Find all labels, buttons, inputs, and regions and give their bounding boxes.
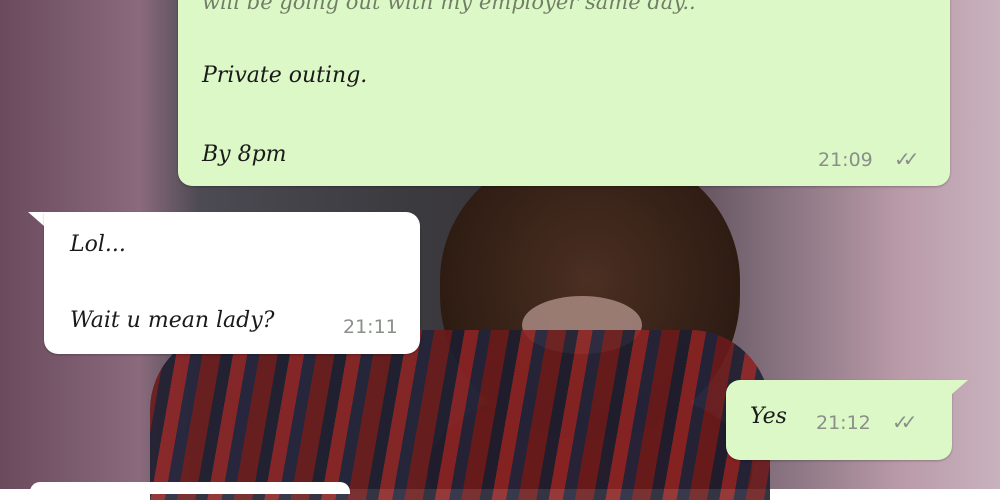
outgoing-message-bubble[interactable]: Yes 21:12 ✓✓ [726,380,952,460]
message-timestamp: 21:11 [343,316,398,338]
message-text-line: Lol... [70,232,126,257]
outgoing-bubble-tail [952,380,968,394]
message-text-line: will be going out with my employer same … [202,0,696,14]
outgoing-message-bubble[interactable]: will be going out with my employer same … [178,0,950,186]
read-receipt-icon: ✓✓ [894,147,919,171]
wallpaper-shirt [150,330,770,500]
message-timestamp: 21:09 [818,149,873,171]
message-text-line: Private outing. [202,63,368,88]
incoming-message-bubble-partial[interactable] [30,482,350,494]
message-timestamp: 21:12 [816,412,871,434]
incoming-message-bubble[interactable]: Lol... Wait u mean lady? 21:11 [44,212,420,354]
read-receipt-icon: ✓✓ [892,410,917,434]
incoming-bubble-tail [28,212,44,226]
message-text-line: By 8pm [202,142,287,167]
message-text-line: Yes [750,404,787,429]
message-text-line: Wait u mean lady? [70,308,275,333]
